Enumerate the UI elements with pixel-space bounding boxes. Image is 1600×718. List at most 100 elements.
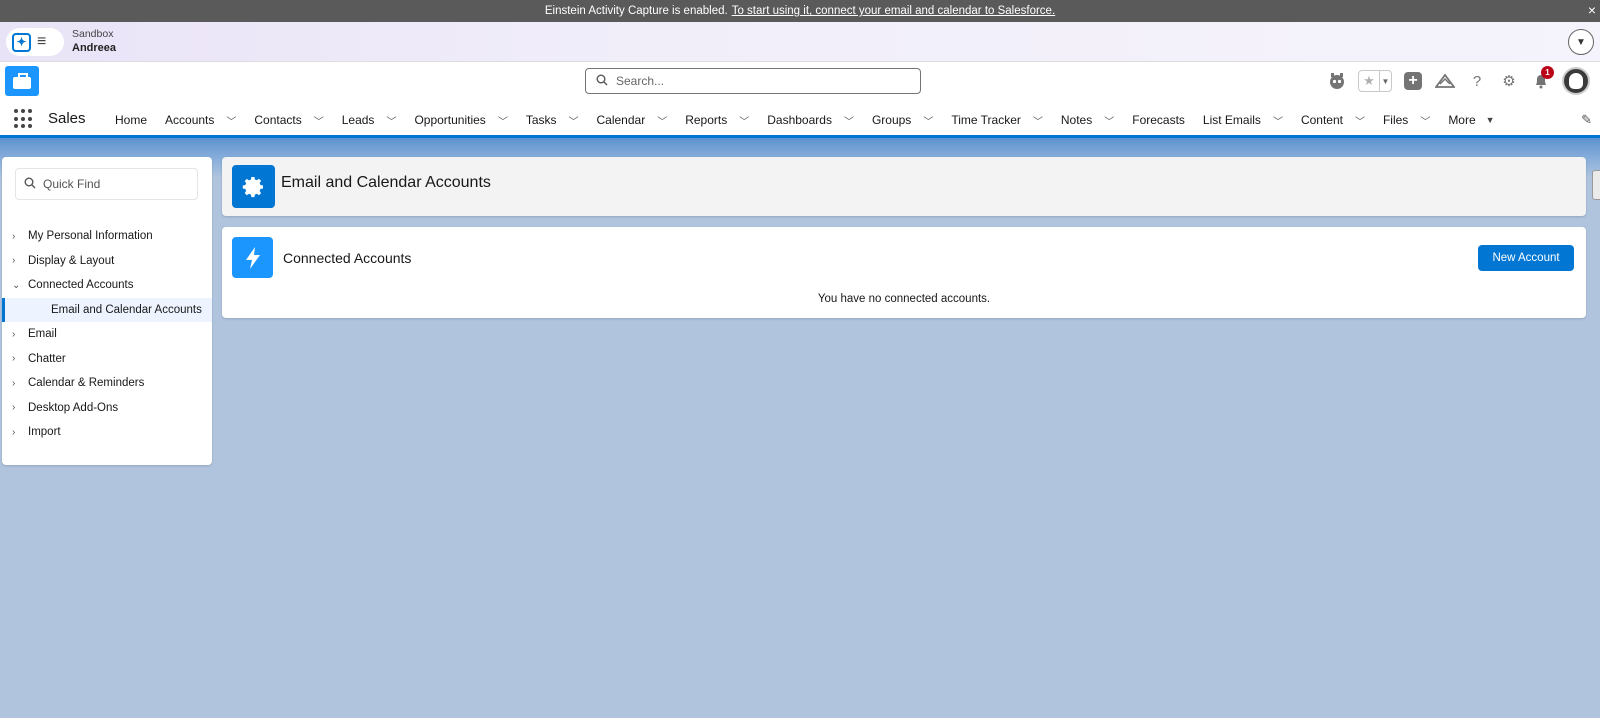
chevron-down-icon[interactable]: ﹀	[1355, 113, 1365, 128]
banner-close-icon[interactable]: ×	[1588, 2, 1596, 18]
notifications-bell-icon[interactable]: 1	[1530, 66, 1554, 92]
nav-item-opportunities[interactable]: Opportunities ﹀	[405, 102, 516, 138]
tree-item-label: Import	[28, 426, 61, 439]
nav-item-accounts[interactable]: Accounts ﹀	[156, 102, 245, 138]
chevron-down-icon[interactable]: ⌄	[12, 280, 28, 291]
empty-state-message: You have no connected accounts.	[817, 293, 991, 305]
tree-item-connected-accounts[interactable]: ⌄ Connected Accounts	[2, 273, 212, 298]
global-search[interactable]	[585, 68, 921, 94]
chevron-down-icon[interactable]: ▼	[1379, 71, 1391, 91]
sandbox-menu-button[interactable]: ✦ ≡	[6, 28, 64, 56]
nav-item-reports[interactable]: Reports ﹀	[676, 102, 758, 138]
sandbox-user: Andreea	[72, 42, 117, 54]
chevron-right-icon[interactable]: ›	[12, 353, 28, 364]
nav-item-time-tracker[interactable]: Time Tracker ﹀	[942, 102, 1052, 138]
chevron-down-icon[interactable]: ﹀	[923, 113, 933, 128]
quick-find[interactable]	[15, 168, 198, 200]
banner-text: Einstein Activity Capture is enabled.	[544, 5, 728, 17]
tree-item-chatter[interactable]: › Chatter	[2, 347, 212, 372]
nav-item-label: More	[1448, 113, 1476, 127]
app-launcher-icon[interactable]	[14, 109, 34, 129]
help-icon[interactable]: ?	[1466, 70, 1488, 92]
chevron-right-icon[interactable]: ›	[12, 255, 28, 266]
new-account-button[interactable]: New Account	[1478, 245, 1574, 271]
nav-item-files[interactable]: Files ﹀	[1374, 102, 1439, 138]
connected-accounts-card: Connected Accounts New Account You have …	[222, 227, 1586, 318]
nav-item-contacts[interactable]: Contacts ﹀	[245, 102, 332, 138]
app-nav-bar: Sales Home Accounts ﹀ Contacts ﹀ Leads ﹀ Op…	[0, 102, 1600, 138]
nav-item-home[interactable]: Home	[106, 102, 156, 138]
tree-item-label: Calendar & Reminders	[28, 377, 145, 390]
tree-item-label: Email and Calendar Accounts	[51, 303, 202, 316]
chevron-down-icon[interactable]: ﹀	[386, 113, 396, 128]
nav-item-label: Time Tracker	[951, 113, 1021, 127]
nav-item-tasks[interactable]: Tasks ﹀	[517, 102, 588, 138]
nav-item-forecasts[interactable]: Forecasts	[1123, 102, 1194, 138]
nav-item-label: Forecasts	[1132, 113, 1185, 127]
chevron-down-icon[interactable]: ﹀	[498, 113, 508, 128]
tree-item-calendar-reminders[interactable]: › Calendar & Reminders	[2, 371, 212, 396]
chevron-down-icon[interactable]: ﹀	[739, 113, 749, 128]
side-panel-handle[interactable]	[1592, 170, 1600, 200]
tree-item-label: My Personal Information	[28, 230, 153, 243]
nav-item-dashboards[interactable]: Dashboards ﹀	[758, 102, 863, 138]
chevron-down-icon[interactable]: ﹀	[569, 113, 579, 128]
chevron-down-icon[interactable]: ﹀	[1420, 113, 1430, 128]
favorites-button[interactable]: ★ ▼	[1358, 70, 1392, 92]
sandbox-label: Sandbox	[72, 28, 114, 40]
chevron-down-icon[interactable]: ﹀	[1273, 113, 1283, 128]
nav-item-list-emails[interactable]: List Emails ﹀	[1194, 102, 1292, 138]
chevron-down-icon[interactable]: ﹀	[657, 113, 667, 128]
page-title: Email and Calendar Accounts	[281, 174, 491, 191]
user-avatar[interactable]	[1562, 67, 1590, 95]
search-input[interactable]	[616, 74, 896, 88]
nav-item-calendar[interactable]: Calendar ﹀	[588, 102, 677, 138]
nav-item-label: Contacts	[254, 113, 302, 127]
tree-item-label: Chatter	[28, 352, 66, 365]
setup-tree: › My Personal Information › Display & Layo…	[2, 224, 212, 445]
nav-item-content[interactable]: Content ﹀	[1292, 102, 1374, 138]
global-create-button[interactable]: +	[1402, 70, 1424, 92]
nav-item-label: Dashboards	[767, 113, 832, 127]
nav-item-label: Notes	[1060, 113, 1093, 127]
setup-gear-icon[interactable]: ⚙	[1498, 70, 1520, 92]
tree-item-desktop-add-ons[interactable]: › Desktop Add-Ons	[2, 396, 212, 421]
chevron-down-icon[interactable]: ﹀	[314, 113, 324, 128]
nav-item-notes[interactable]: Notes ﹀	[1052, 102, 1123, 138]
sandbox-info: Sandbox Andreea	[72, 28, 116, 54]
chevron-down-icon[interactable]: ﹀	[844, 113, 854, 128]
chevron-down-icon[interactable]: ﹀	[1104, 113, 1114, 128]
global-header: ★ ▼ + ? ⚙ 1	[0, 62, 1600, 102]
tree-item-email-calendar-accounts[interactable]: Email and Calendar Accounts	[2, 297, 212, 322]
app-name: Sales	[48, 110, 86, 127]
tree-item-label: Display & Layout	[28, 254, 115, 267]
nav-item-more[interactable]: More ▼	[1439, 102, 1503, 138]
tree-item-my-personal-information[interactable]: › My Personal Information	[2, 224, 212, 249]
tree-item-import[interactable]: › Import	[2, 420, 212, 445]
banner-connect-link[interactable]: To start using it, connect your email an…	[732, 5, 1055, 17]
chevron-right-icon[interactable]: ›	[12, 402, 28, 413]
caret-down-icon: ▼	[1485, 115, 1495, 125]
edit-nav-pencil-icon[interactable]: ✎	[1581, 112, 1592, 128]
chevron-down-icon[interactable]: ▼	[1568, 29, 1594, 55]
chevron-right-icon[interactable]: ›	[12, 231, 28, 242]
einstein-icon[interactable]	[1326, 70, 1348, 92]
chevron-right-icon[interactable]: ›	[12, 427, 28, 438]
section-title: Connected Accounts	[283, 250, 412, 266]
chevron-down-icon[interactable]: ﹀	[1033, 113, 1043, 128]
chevron-right-icon[interactable]: ›	[12, 329, 28, 340]
hamburger-icon: ≡	[37, 33, 47, 50]
salesforce-logo[interactable]	[5, 66, 39, 96]
chevron-down-icon[interactable]: ﹀	[226, 113, 236, 128]
trailhead-icon[interactable]	[1434, 70, 1456, 92]
tree-item-email[interactable]: › Email	[2, 322, 212, 347]
chevron-right-icon[interactable]: ›	[12, 378, 28, 389]
nav-item-label: Files	[1382, 113, 1409, 127]
nav-item-groups[interactable]: Groups ﹀	[863, 102, 942, 138]
tree-item-display-layout[interactable]: › Display & Layout	[2, 249, 212, 274]
nav-item-label: Reports	[685, 113, 728, 127]
quick-find-input[interactable]	[43, 177, 193, 191]
nav-items: Home Accounts ﹀ Contacts ﹀ Leads ﹀ Opportun…	[106, 102, 1504, 138]
search-icon	[596, 74, 608, 89]
nav-item-leads[interactable]: Leads ﹀	[333, 102, 406, 138]
